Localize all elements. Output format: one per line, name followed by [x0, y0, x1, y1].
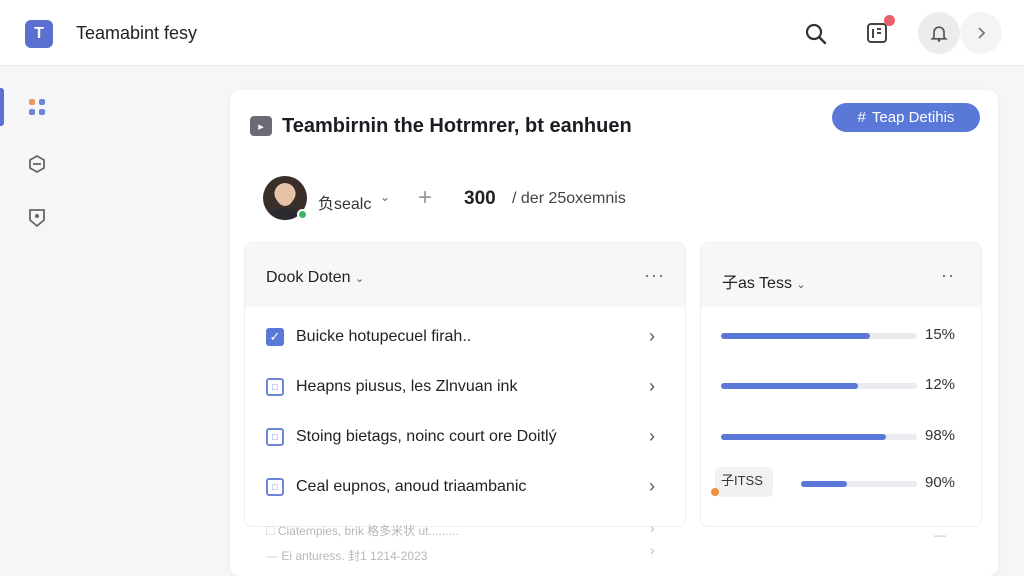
- faded-item-icon: □: [266, 522, 275, 538]
- task-checkbox[interactable]: □: [266, 428, 284, 446]
- team-details-label: Teap Detihis: [871, 109, 955, 126]
- chevron-right-icon: ›: [650, 542, 655, 558]
- progress-bar: [721, 383, 917, 389]
- progress-row: 子ITSS 90%: [701, 467, 983, 499]
- task-checkbox[interactable]: □: [266, 378, 284, 396]
- chevron-right-icon[interactable]: ›: [649, 376, 655, 397]
- tasks-panel-title[interactable]: Dook Doten ⌄: [266, 269, 364, 287]
- sidebar-active-indicator: [0, 88, 4, 126]
- progress-bar-fill: [721, 333, 870, 339]
- task-label: Stoing bietags, noinc court ore Doitlý: [296, 428, 557, 445]
- progress-percent: 98%: [925, 427, 956, 444]
- more-options-icon[interactable]: ···: [644, 265, 665, 286]
- page-title: Teambirnin the Hotrmrer, bt eanhuen: [282, 115, 632, 137]
- user-name[interactable]: 负sealc: [318, 190, 371, 214]
- task-row[interactable]: □ Ceal eupnos, anoud triaambanic ›: [245, 468, 687, 508]
- more-options-icon[interactable]: ··: [941, 265, 955, 286]
- progress-row: 15%: [701, 321, 983, 351]
- progress-panel-header: 子as Tess ⌄ ··: [701, 243, 981, 307]
- chevron-down-icon: ⌄: [354, 273, 365, 285]
- card-title-icon: ▸: [250, 116, 272, 136]
- progress-percent: 12%: [925, 376, 956, 393]
- app-logo[interactable]: T: [25, 20, 53, 48]
- shield-icon[interactable]: [22, 203, 52, 233]
- chevron-right-icon[interactable]: ›: [649, 476, 655, 497]
- stat-text: / der 25oxemnis: [512, 190, 626, 207]
- plus-icon[interactable]: +: [418, 184, 432, 212]
- progress-tag[interactable]: 子ITSS: [715, 467, 773, 497]
- task-checkbox[interactable]: □: [266, 478, 284, 496]
- chevron-right-icon[interactable]: ›: [649, 326, 655, 347]
- progress-percent: 90%: [925, 474, 956, 491]
- progress-bar: [721, 333, 917, 339]
- task-label: Ceal eupnos, anoud triaambanic: [296, 478, 527, 495]
- app-title: Teamabint fesy: [76, 23, 198, 43]
- progress-percent: 15%: [925, 326, 956, 343]
- faded-list-item: □ Ciatempies, brik 格多米状 ut.........: [266, 522, 459, 538]
- main-card: ▸ Teambirnin the Hotrmrer, bt eanhuen # …: [230, 90, 998, 576]
- progress-bar-fill: [721, 434, 886, 440]
- board-icon[interactable]: [860, 15, 895, 50]
- hash-icon: #: [857, 109, 866, 126]
- progress-bar: [801, 481, 917, 487]
- chevron-right-icon[interactable]: [960, 12, 1002, 54]
- progress-panel-title[interactable]: 子as Tess ⌄: [722, 269, 806, 293]
- progress-row: 98%: [701, 422, 983, 452]
- progress-bar: [721, 434, 917, 440]
- progress-panel: 子as Tess ⌄ ·· 15% 12% 98% 子ITSS 90%: [700, 242, 982, 527]
- bell-icon[interactable]: [918, 12, 960, 54]
- checked-checkbox[interactable]: ✓: [266, 328, 284, 346]
- dashboard-icon[interactable]: [22, 92, 52, 122]
- progress-row: 12%: [701, 371, 983, 401]
- chevron-down-icon: ⌄: [796, 279, 806, 291]
- tasks-panel: Dook Doten ⌄ ··· ✓ Buicke hotupecuel fira…: [244, 242, 686, 527]
- tag-status-dot: [711, 488, 719, 496]
- tasks-panel-header: Dook Doten ⌄ ···: [245, 243, 685, 307]
- task-row[interactable]: □ Stoing bietags, noinc court ore Doitlý ›: [245, 418, 687, 458]
- task-row[interactable]: ✓ Buicke hotupecuel firah.. ›: [245, 318, 687, 358]
- task-row[interactable]: □ Heapns piusus, les Zlnvuan ink ›: [245, 368, 687, 408]
- progress-bar-fill: [801, 481, 848, 487]
- search-icon[interactable]: [800, 18, 832, 50]
- chevron-down-icon[interactable]: ⌄: [380, 190, 390, 204]
- team-hub-icon[interactable]: [22, 149, 52, 179]
- notification-badge: [884, 15, 895, 26]
- faded-dash: —: [934, 528, 946, 542]
- online-status-dot: [297, 209, 308, 220]
- chevron-right-icon[interactable]: ›: [649, 426, 655, 447]
- task-label: Heapns piusus, les Zlnvuan ink: [296, 378, 518, 395]
- team-details-button[interactable]: # Teap Detihis: [832, 103, 980, 132]
- progress-bar-fill: [721, 383, 859, 389]
- task-label: Buicke hotupecuel firah..: [296, 328, 472, 345]
- faded-item-icon: —: [266, 549, 278, 563]
- faded-list-item: — Ei anturess. 封1 1214-2023: [266, 549, 428, 563]
- top-bar: T Teamabint fesy: [0, 0, 1024, 66]
- stat-value: 300: [464, 188, 496, 209]
- sidebar: [0, 66, 72, 576]
- chevron-right-icon: ›: [650, 520, 655, 536]
